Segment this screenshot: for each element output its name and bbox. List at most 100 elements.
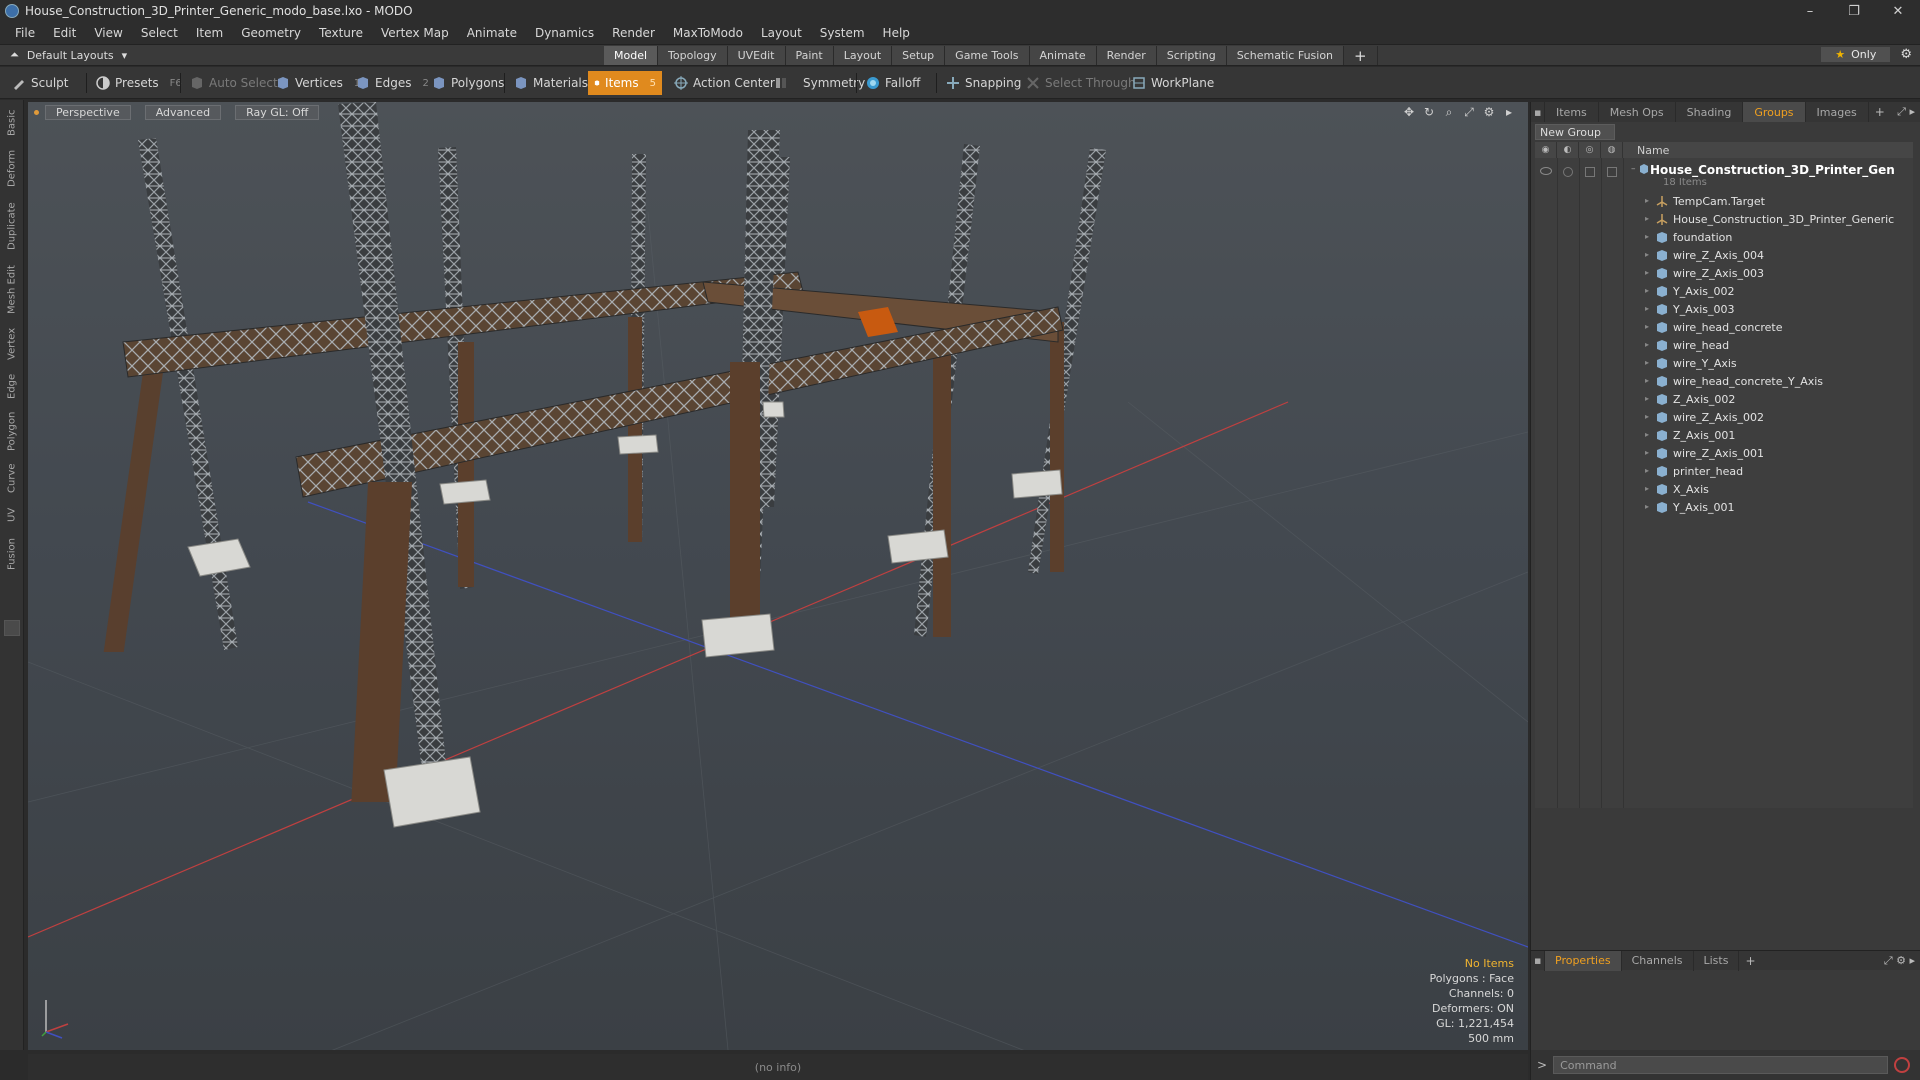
auto-select-button[interactable]: Auto Select [184,71,284,95]
tab-polygon[interactable]: Polygon [2,408,22,454]
viewport-expand-icon[interactable]: ▸ [1502,105,1516,119]
tab-mesh-ops[interactable]: Mesh Ops [1599,102,1676,122]
tab-schematic-fusion[interactable]: Schematic Fusion [1226,46,1345,65]
select-toggle[interactable] [1607,167,1617,177]
expand-arrow-icon[interactable]: ▸ [1645,448,1649,457]
command-input[interactable] [1553,1056,1889,1074]
menu-item[interactable]: Item [187,26,232,40]
sculpt-button[interactable]: Sculpt [6,71,74,95]
close-button[interactable]: ✕ [1876,0,1920,22]
menu-file[interactable]: File [6,26,44,40]
minimize-button[interactable]: – [1788,0,1832,22]
polygons-button[interactable]: Polygons [426,71,510,95]
expand-arrow-icon[interactable]: ▸ [1645,484,1649,493]
fit-view-icon[interactable]: ⤢ [1462,105,1476,119]
list-item[interactable]: ▸ wire_head_concrete_Y_Axis [1535,373,1913,391]
tab-deform[interactable]: Deform [2,146,22,190]
list-item[interactable]: ▸ Z_Axis_002 [1535,391,1913,409]
list-item[interactable]: ▸ wire_Y_Axis [1535,355,1913,373]
collapse-icon[interactable]: – [1631,164,1636,174]
add-tab-icon[interactable]: + [1344,46,1378,65]
lock-toggle[interactable] [1585,167,1595,177]
only-toggle[interactable]: ★ Only [1821,47,1891,62]
items-button[interactable]: Items 5 [588,71,662,95]
edges-button[interactable]: Edges 2 [350,71,435,95]
add-tab-icon[interactable]: + [1869,105,1891,119]
eye-icon[interactable] [1540,167,1552,175]
visibility-column-icon[interactable]: ◉ [1535,142,1557,158]
move-view-icon[interactable]: ✥ [1402,105,1416,119]
viewport-settings-icon[interactable]: ⚙ [1482,105,1496,119]
list-item[interactable]: ▸ X_Axis [1535,481,1913,499]
list-item[interactable]: ▸ wire_head_concrete [1535,319,1913,337]
tab-properties[interactable]: Properties [1545,950,1622,971]
tab-curve[interactable]: Curve [2,460,22,496]
tab-channels[interactable]: Channels [1622,950,1694,971]
tab-uvedit[interactable]: UVEdit [727,46,786,65]
name-column-header[interactable]: Name [1623,144,1669,157]
tab-render[interactable]: Render [1096,46,1157,65]
render-toggle[interactable] [1563,167,1573,177]
menu-layout[interactable]: Layout [752,26,811,40]
expand-arrow-icon[interactable]: ▸ [1645,304,1649,313]
shading-button[interactable]: Advanced [144,104,222,120]
expand-arrow-icon[interactable]: ▸ [1645,340,1649,349]
menu-select[interactable]: Select [132,26,187,40]
tab-duplicate[interactable]: Duplicate [2,196,22,256]
expand-arrow-icon[interactable]: ▸ [1645,430,1649,439]
list-item[interactable]: ▸ wire_head [1535,337,1913,355]
snapping-button[interactable]: Snapping [940,71,1027,95]
record-icon[interactable] [1894,1057,1911,1073]
list-item[interactable]: ▸ foundation [1535,229,1913,247]
list-item[interactable]: ▸ Y_Axis_001 [1535,499,1913,517]
tab-paint[interactable]: Paint [785,46,834,65]
list-item[interactable]: ▸ wire_Z_Axis_003 [1535,265,1913,283]
menu-texture[interactable]: Texture [310,26,372,40]
tab-fusion[interactable]: Fusion [2,534,22,574]
maximize-button[interactable]: ❐ [1832,0,1876,22]
menu-geometry[interactable]: Geometry [232,26,310,40]
render-column-icon[interactable]: ◐ [1557,142,1579,158]
view-mode-button[interactable]: Perspective [45,104,131,120]
menu-system[interactable]: System [811,26,874,40]
menu-help[interactable]: Help [874,26,919,40]
expand-icon[interactable]: ⤢ ⚙ ▸ [1884,954,1915,968]
menu-view[interactable]: View [85,26,131,40]
action-center-button[interactable]: Action Center [668,71,781,95]
expand-arrow-icon[interactable]: ▸ [1645,376,1649,385]
tab-scripting[interactable]: Scripting [1156,46,1227,65]
props-menu-icon[interactable]: ▪ [1531,950,1545,971]
tab-model[interactable]: Model [604,46,659,65]
expand-arrow-icon[interactable]: ▸ [1645,250,1649,259]
tab-groups[interactable]: Groups [1743,102,1806,122]
new-group-button[interactable]: New Group [1535,124,1615,140]
list-item[interactable]: ▸ wire_Z_Axis_001 [1535,445,1913,463]
tab-uv[interactable]: UV [2,502,22,528]
tab-lists[interactable]: Lists [1694,950,1740,971]
expand-arrow-icon[interactable]: ▸ [1645,502,1649,511]
list-item[interactable]: ▸ wire_Z_Axis_004 [1535,247,1913,265]
raygl-button[interactable]: Ray GL: Off [235,104,320,120]
tab-layout[interactable]: Layout [833,46,893,65]
expand-arrow-icon[interactable]: ▸ [1645,412,1649,421]
tab-edge[interactable]: Edge [2,370,22,402]
tab-images[interactable]: Images [1806,102,1869,122]
strip-toggle-button[interactable] [4,620,20,636]
lock-column-icon[interactable]: ◎ [1579,142,1601,158]
list-item[interactable]: ▸ printer_head [1535,463,1913,481]
expand-arrow-icon[interactable]: ▸ [1645,214,1649,223]
expand-arrow-icon[interactable]: ▸ [1645,268,1649,277]
list-item[interactable]: ▸ wire_Z_Axis_002 [1535,409,1913,427]
group-row[interactable]: – House_Construction_3D_Printer_Generi .… [1535,161,1913,191]
presets-button[interactable]: Presets F6 [90,71,188,95]
tab-basic[interactable]: Basic [2,106,22,140]
list-item[interactable]: ▸ Y_Axis_002 [1535,283,1913,301]
menu-vertex-map[interactable]: Vertex Map [372,26,458,40]
expand-arrow-icon[interactable]: ▸ [1645,394,1649,403]
tab-items[interactable]: Items [1545,102,1599,122]
expand-arrow-icon[interactable]: ▸ [1645,286,1649,295]
menu-animate[interactable]: Animate [458,26,526,40]
layout-dropdown[interactable]: ⏶ Default Layouts ▾ [10,48,127,62]
menu-render[interactable]: Render [603,26,664,40]
list-item[interactable]: ▸ Z_Axis_001 [1535,427,1913,445]
